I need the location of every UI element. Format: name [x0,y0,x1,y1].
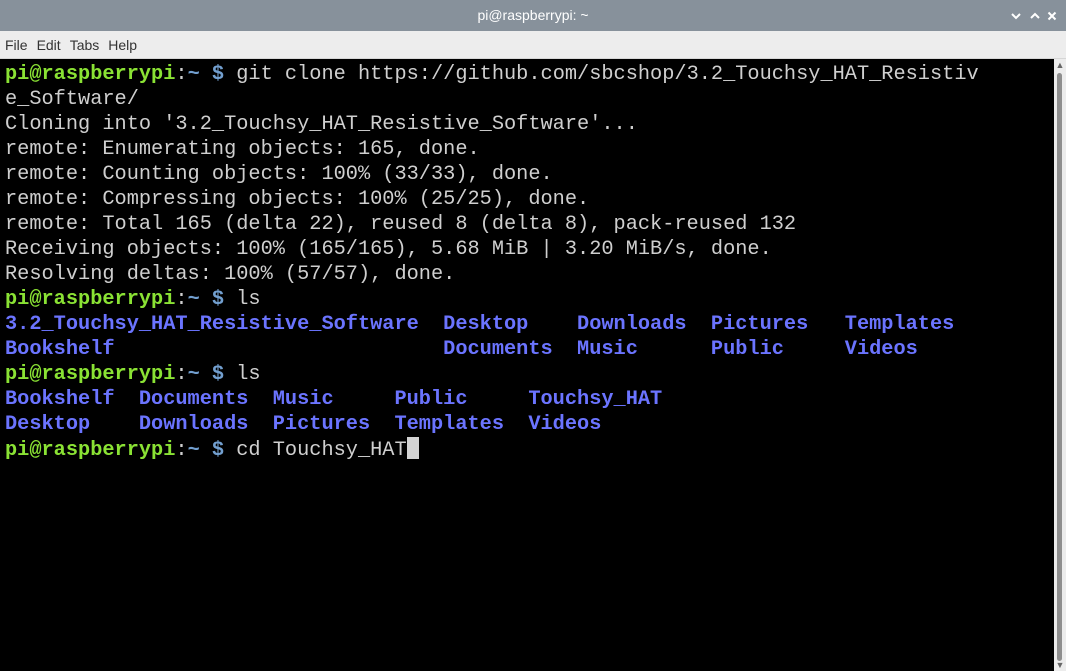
prompt-path: ~ $ [187,439,237,462]
output-line: e_Software/ [5,88,139,111]
menu-file[interactable]: File [5,37,28,53]
output-line: Receiving objects: 100% (165/165), 5.68 … [5,238,772,261]
menu-tabs[interactable]: Tabs [70,37,100,53]
menu-bar: File Edit Tabs Help [0,31,1066,59]
menu-help[interactable]: Help [108,37,137,53]
prompt-user-host: pi@raspberrypi [5,439,176,462]
terminal-area[interactable]: pi@raspberrypi:~ $ git clone https://git… [0,59,1054,671]
vertical-scrollbar[interactable]: ▲ ▼ [1054,59,1066,671]
menu-edit[interactable]: Edit [37,37,61,53]
close-icon [1047,11,1057,21]
prompt-user-host: pi@raspberrypi [5,63,176,86]
chevron-down-icon [1011,13,1021,20]
command-line: pi@raspberrypi:~ $ git clone https://git… [5,62,1054,87]
prompt-path: ~ $ [187,363,237,386]
prompt-user-host: pi@raspberrypi [5,363,176,386]
text-cursor [406,437,419,459]
terminal-window: pi@raspberrypi: ~ File Edit Tabs Help pi… [0,0,1066,671]
command-line: pi@raspberrypi:~ $ ls [5,287,1054,312]
output-line: remote: Counting objects: 100% (33/33), … [5,163,553,186]
directory-listing-line: Bookshelf Documents Music Public Videos [5,337,1054,362]
command-text: git clone https://github.com/sbcshop/3.2… [236,63,979,86]
directory-names: Desktop Downloads Pictures Templates Vid… [5,413,602,436]
directory-listing-line: Desktop Downloads Pictures Templates Vid… [5,412,1054,437]
chevron-up-icon [1030,12,1040,19]
window-title: pi@raspberrypi: ~ [477,7,589,23]
scroll-down-icon[interactable]: ▼ [1054,659,1066,671]
prompt-colon: : [175,63,188,86]
prompt-colon: : [175,288,188,311]
scroll-thumb[interactable] [1057,73,1062,661]
prompt-path: ~ $ [187,288,237,311]
directory-names: Bookshelf Documents Music Public Touchsy… [5,388,663,411]
prompt-user-host: pi@raspberrypi [5,288,176,311]
prompt-path: ~ $ [187,63,237,86]
maximize-button[interactable] [1026,0,1044,31]
prompt-colon: : [175,363,188,386]
prompt-colon: : [175,439,188,462]
command-text: ls [236,288,261,311]
scroll-up-icon[interactable]: ▲ [1054,59,1066,71]
close-button[interactable] [1043,0,1061,31]
minimize-button[interactable] [1007,0,1025,31]
command-text: cd Touchsy_HAT [236,439,407,462]
output-line: Cloning into '3.2_Touchsy_HAT_Resistive_… [5,113,638,136]
command-line: pi@raspberrypi:~ $ cd Touchsy_HAT [5,437,1054,462]
output-line: Resolving deltas: 100% (57/57), done. [5,263,456,286]
directory-listing-line: Bookshelf Documents Music Public Touchsy… [5,387,1054,412]
title-bar[interactable]: pi@raspberrypi: ~ [0,0,1066,31]
command-line: pi@raspberrypi:~ $ ls [5,362,1054,387]
output-line: remote: Total 165 (delta 22), reused 8 (… [5,213,797,236]
command-text: ls [236,363,261,386]
directory-names: 3.2_Touchsy_HAT_Resistive_Software Deskt… [5,313,955,336]
output-line: remote: Compressing objects: 100% (25/25… [5,188,590,211]
output-line: remote: Enumerating objects: 165, done. [5,138,480,161]
directory-names: Bookshelf Documents Music Public Videos [5,338,918,361]
terminal-output: pi@raspberrypi:~ $ git clone https://git… [0,59,1054,462]
directory-listing-line: 3.2_Touchsy_HAT_Resistive_Software Deskt… [5,312,1054,337]
